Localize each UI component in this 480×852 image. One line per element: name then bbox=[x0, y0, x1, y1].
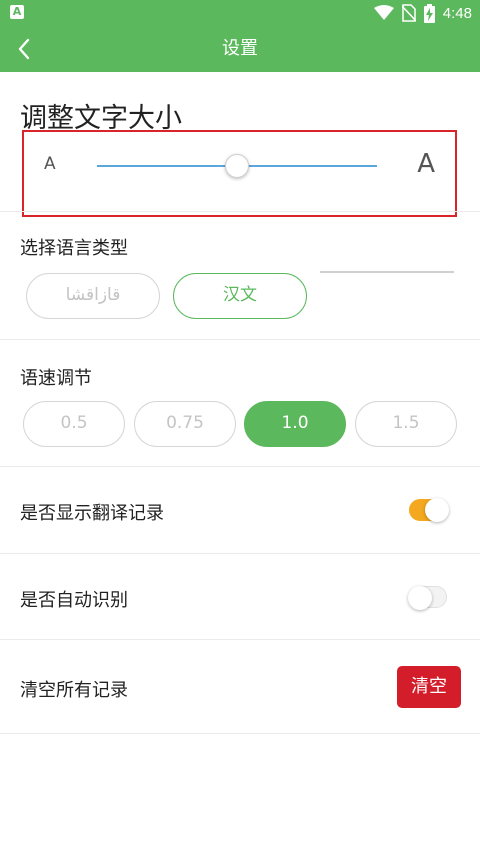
status-icons: 4:48 bbox=[373, 3, 472, 23]
language-title: 选择语言类型 bbox=[20, 238, 128, 259]
auto-detect-toggle[interactable] bbox=[408, 586, 447, 610]
speed-option-1-5[interactable]: 1.5 bbox=[355, 401, 457, 447]
clear-button[interactable]: 清空 bbox=[397, 666, 461, 708]
no-sim-icon bbox=[401, 4, 416, 22]
auto-detect-label: 是否自动识别 bbox=[20, 590, 128, 611]
language-option-kazakh[interactable]: قازاقشا bbox=[26, 273, 160, 319]
font-size-slider-highlight: A A bbox=[22, 130, 457, 217]
status-bar: A 4:48 bbox=[0, 0, 480, 26]
page-title: 设置 bbox=[222, 38, 258, 59]
small-font-label: A bbox=[44, 154, 56, 174]
toggle-knob bbox=[425, 498, 449, 522]
clear-history-label: 清空所有记录 bbox=[20, 680, 128, 701]
clock: 4:48 bbox=[442, 4, 472, 22]
app-notification-icon: A bbox=[10, 5, 24, 19]
divider bbox=[0, 339, 480, 340]
speed-option-0-75[interactable]: 0.75 bbox=[134, 401, 236, 447]
toggle-knob bbox=[408, 586, 432, 610]
divider bbox=[0, 733, 480, 734]
wifi-icon bbox=[373, 5, 394, 20]
language-indicator-line bbox=[320, 271, 454, 273]
divider bbox=[0, 639, 480, 640]
language-option-chinese[interactable]: 汉文 bbox=[173, 273, 307, 319]
divider bbox=[0, 211, 480, 212]
show-history-label: 是否显示翻译记录 bbox=[20, 503, 164, 524]
divider bbox=[0, 553, 480, 554]
app-bar: 设置 bbox=[0, 26, 480, 72]
divider bbox=[0, 466, 480, 467]
font-size-slider-thumb[interactable] bbox=[225, 154, 249, 178]
speed-option-0-5[interactable]: 0.5 bbox=[23, 401, 125, 447]
show-history-toggle[interactable] bbox=[409, 498, 449, 522]
large-font-label: A bbox=[417, 149, 435, 179]
speed-option-1-0[interactable]: 1.0 bbox=[244, 401, 346, 447]
speed-title: 语速调节 bbox=[20, 368, 92, 389]
battery-charging-icon bbox=[423, 3, 435, 23]
